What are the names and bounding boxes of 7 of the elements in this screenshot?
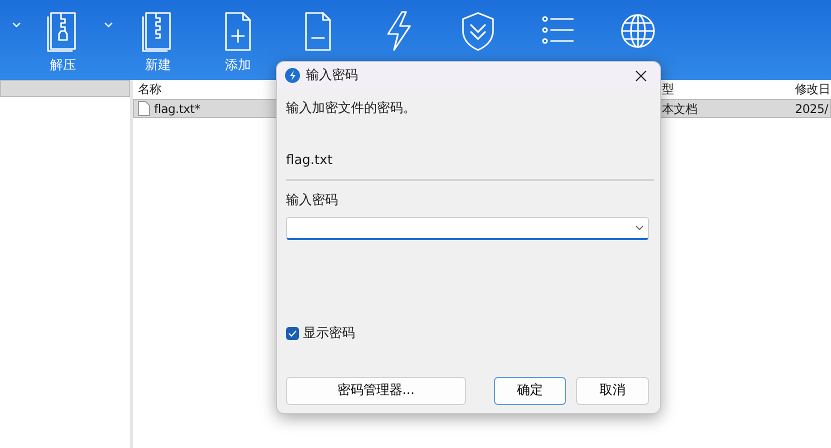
table-cell-text: 2025/ <box>795 100 828 118</box>
dialog-title: 输入密码 <box>306 66 358 85</box>
dialog-message: 输入加密文件的密码。 <box>286 101 416 116</box>
table-cell-text: flag.txt* <box>154 100 200 118</box>
table-cell-text: 本文档 <box>662 100 698 118</box>
field-label: 输入密码 <box>286 193 338 208</box>
file-name: flag.txt <box>286 152 332 168</box>
